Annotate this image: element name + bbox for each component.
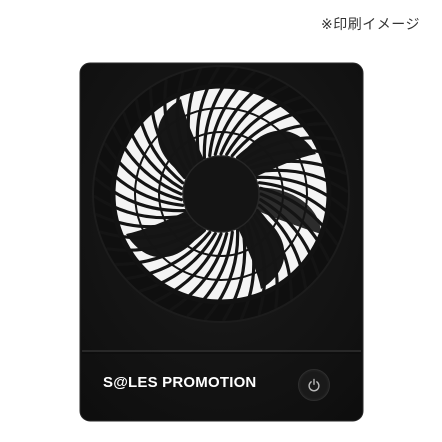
imprint-text: S@LES PROMOTION xyxy=(103,374,257,391)
power-button[interactable] xyxy=(298,369,330,401)
power-icon xyxy=(308,378,320,392)
fan-icon xyxy=(92,65,350,323)
